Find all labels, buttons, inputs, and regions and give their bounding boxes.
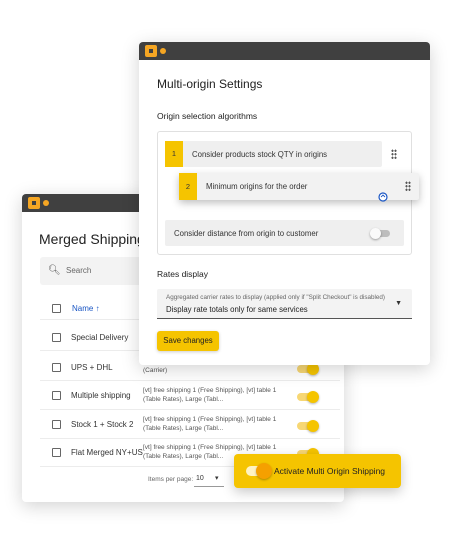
- row-checkbox[interactable]: [52, 363, 61, 372]
- algorithm-label: Minimum origins for the order: [206, 182, 308, 191]
- row-name: Stock 1 + Stock 2: [71, 420, 134, 429]
- arrow-up-icon: ↑: [95, 304, 100, 313]
- row-enable-toggle[interactable]: [297, 420, 319, 432]
- row-name: Flat Merged NY+US: [71, 448, 143, 457]
- origin-section-heading: Origin selection algorithms: [157, 111, 258, 121]
- items-per-page-label: Items per page:: [148, 476, 194, 483]
- algorithm-item-1[interactable]: 1 Consider products stock QTY in origins: [165, 141, 382, 167]
- algorithm-label: Consider products stock QTY in origins: [192, 150, 328, 159]
- select-underline: [194, 486, 224, 487]
- search-icon: 🔍︎: [48, 265, 61, 276]
- app-logo-icon: [28, 197, 40, 209]
- rates-display-select[interactable]: Aggregated carrier rates to display (app…: [157, 289, 412, 319]
- divider: [40, 409, 340, 410]
- settings-title: Multi-origin Settings: [157, 77, 263, 91]
- row-description: [vt] free shipping 1 (Free Shipping), [v…: [143, 387, 277, 403]
- caret-down-icon[interactable]: ▾: [215, 474, 219, 482]
- caret-down-icon: ▼: [395, 300, 402, 307]
- divider: [40, 438, 340, 439]
- row-description: (Carrier): [143, 367, 168, 374]
- distance-option: Consider distance from origin to custome…: [165, 220, 404, 246]
- row-checkbox[interactable]: [52, 391, 61, 400]
- drag-handle-icon[interactable]: [405, 181, 411, 191]
- algorithm-rank: 2: [179, 173, 197, 200]
- app-logo-dot-icon: [43, 200, 49, 206]
- select-all-checkbox[interactable]: [52, 304, 61, 313]
- row-name: Multiple shipping: [71, 391, 131, 400]
- row-checkbox[interactable]: [52, 420, 61, 429]
- app-logo-icon: [145, 45, 157, 57]
- distance-toggle[interactable]: [370, 227, 390, 239]
- column-header-name[interactable]: Name ↑: [72, 304, 100, 313]
- select-caption: Aggregated carrier rates to display (app…: [166, 294, 386, 301]
- row-enable-toggle[interactable]: [297, 391, 319, 403]
- drag-handle-icon[interactable]: [391, 149, 397, 159]
- window-titlebar: [139, 42, 430, 60]
- row-name: UPS + DHL: [71, 363, 113, 372]
- items-per-page-select[interactable]: 10: [196, 475, 204, 482]
- row-name: Special Delivery: [71, 333, 129, 342]
- multi-origin-settings-window: Multi-origin Settings Origin selection a…: [139, 42, 430, 365]
- activate-toggle[interactable]: [246, 463, 272, 479]
- rates-section-heading: Rates display: [157, 269, 209, 279]
- divider: [40, 380, 340, 381]
- row-description: [vt] free shipping 1 (Free Shipping), [v…: [143, 416, 277, 432]
- grab-cursor-icon: [378, 192, 388, 202]
- search-placeholder: Search: [66, 266, 92, 275]
- activate-multi-origin-card[interactable]: Activate Multi Origin Shipping: [234, 454, 401, 488]
- app-logo-dot-icon: [160, 48, 166, 54]
- row-checkbox[interactable]: [52, 333, 61, 342]
- row-enable-toggle[interactable]: [297, 363, 319, 375]
- algorithm-rank: 1: [165, 141, 183, 167]
- select-value: Display rate totals only for same servic…: [166, 305, 308, 314]
- distance-label: Consider distance from origin to custome…: [174, 229, 319, 238]
- save-changes-button[interactable]: Save changes: [157, 331, 219, 351]
- row-checkbox[interactable]: [52, 448, 61, 457]
- activate-label: Activate Multi Origin Shipping: [274, 466, 386, 476]
